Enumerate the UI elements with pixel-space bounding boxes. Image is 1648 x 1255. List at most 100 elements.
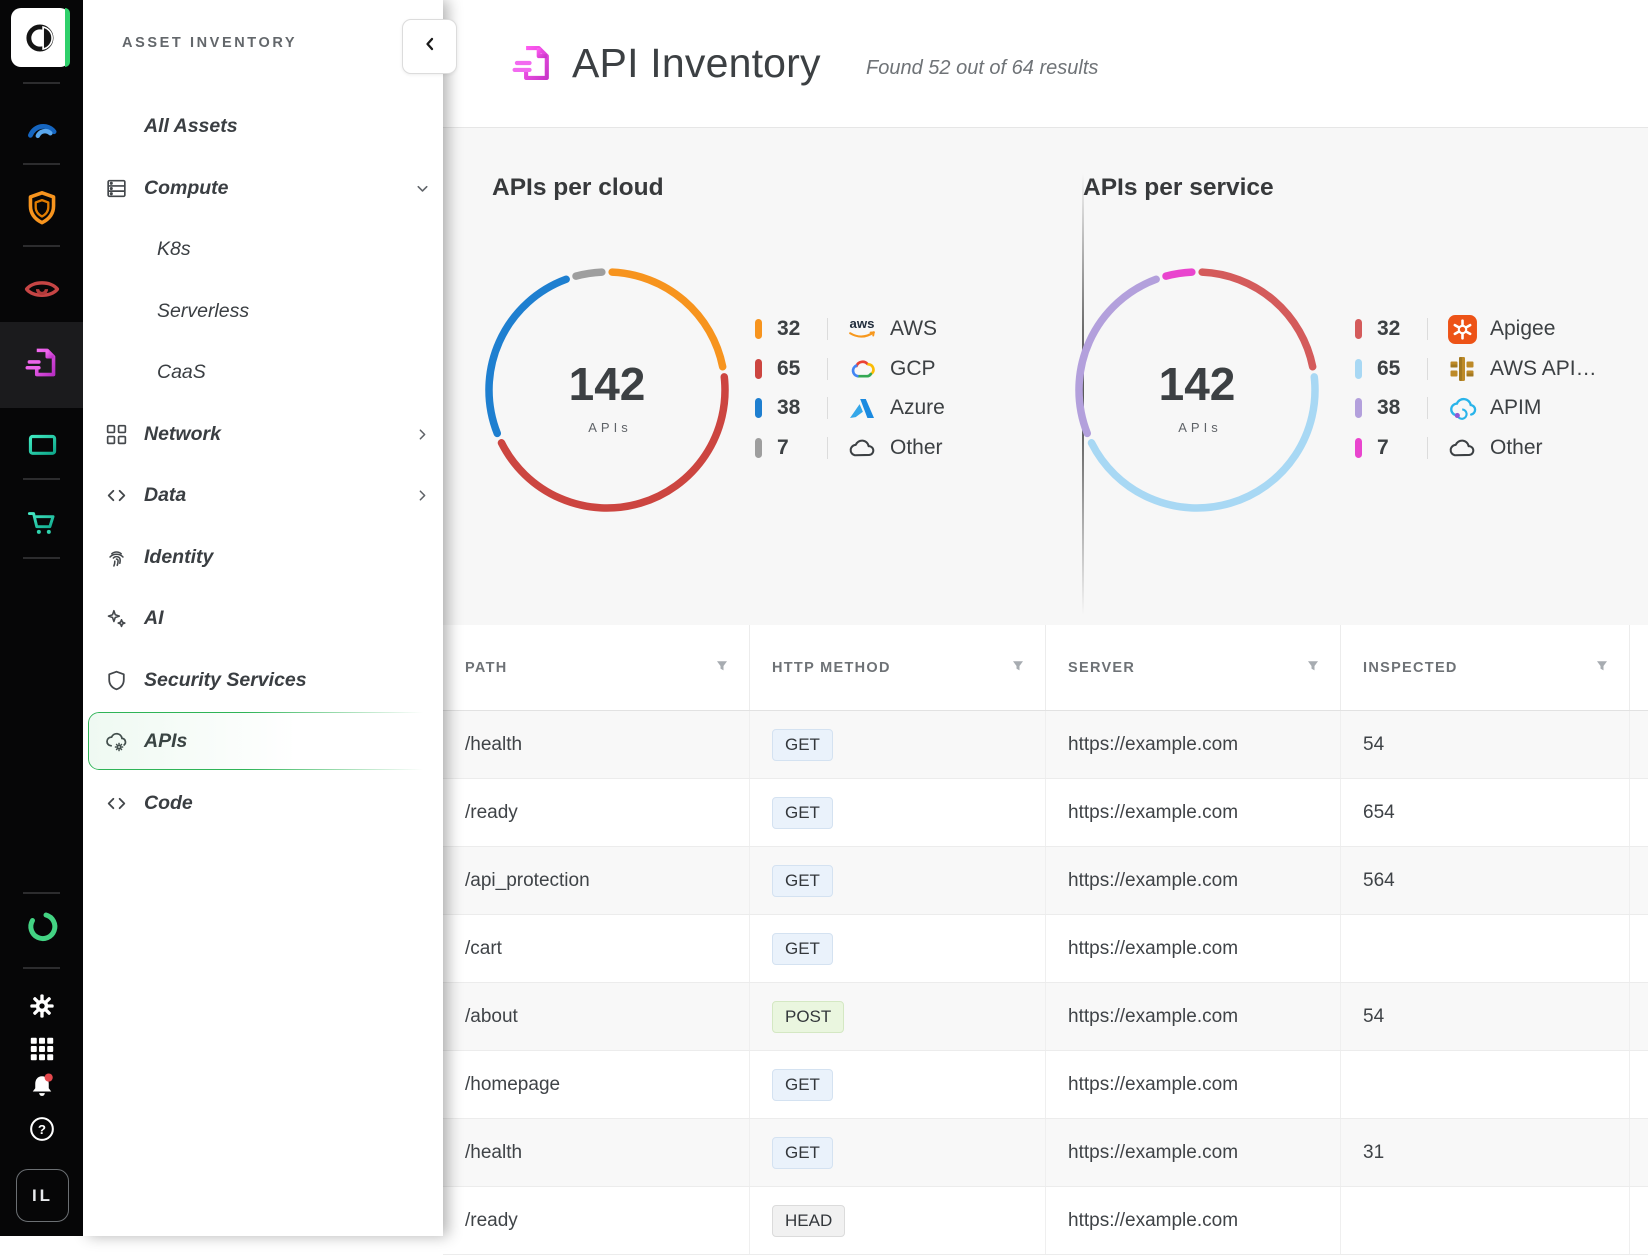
cell-server: https://example.com [1046,1187,1341,1254]
apim-icon [1445,393,1479,423]
method-badge: GET [772,865,833,897]
cell-empty [1630,915,1648,982]
sidebar: ASSET INVENTORY All AssetsComputeK8sServ… [83,0,443,1236]
sidebar-item-label: AI [144,607,164,630]
cell-http-method: GET [750,847,1046,914]
cell-inspected [1341,1051,1630,1118]
identity-icon [103,544,129,570]
column-label: HTTP METHOD [772,660,891,676]
api-doc-icon [21,342,63,389]
rail-button-settings-gear-icon[interactable] [0,988,83,1028]
sidebar-item-label: Data [144,484,186,507]
rail-button-gauge-icon[interactable] [0,101,83,159]
column-label: PATH [465,660,508,676]
legend-value: 38 [1377,396,1423,420]
legend-separator [1427,318,1428,340]
data-icon [103,483,129,509]
svg-text:aws: aws [850,316,875,331]
table-row[interactable]: /readyHEADhttps://example.com [443,1187,1648,1255]
rail-button-notifications-bell-icon[interactable] [0,1068,83,1108]
cell-path: /health [443,1119,750,1186]
sidebar-item-label: Compute [144,177,229,200]
chart-legend-per-cloud: 32awsAWS65GCP38Azure7Other [755,314,945,472]
sidebar-item-identity[interactable]: Identity [83,527,443,589]
method-badge: GET [772,1069,833,1101]
filter-icon[interactable] [715,659,729,677]
cell-empty [1630,1051,1648,1118]
table-row[interactable]: /cartGEThttps://example.com [443,915,1648,983]
cell-http-method: GET [750,1051,1046,1118]
sidebar-item-data[interactable]: Data [83,465,443,527]
monitor-icon [21,426,63,473]
donut-total: 142 [569,358,646,410]
cell-path: /about [443,983,750,1050]
rail-divider [23,478,60,480]
legend-separator [1427,397,1428,419]
rail-button-ring-logo-icon[interactable] [0,908,83,948]
cell-empty [1630,1187,1648,1254]
chevron-down-icon[interactable] [413,179,431,197]
orca-logo [11,8,70,67]
legend-label: APIM [1490,396,1541,420]
cart-icon [21,502,63,549]
sidebar-collapse-button[interactable] [402,19,457,74]
cell-path: /homepage [443,1051,750,1118]
rail-button-monitor-icon[interactable] [0,420,83,478]
rail-button-api-doc-icon[interactable] [0,322,83,408]
sidebar-item-compute[interactable]: Compute [83,158,443,220]
cell-server: https://example.com [1046,915,1341,982]
code-icon [103,790,129,816]
rail-button-eye-icon[interactable] [0,261,83,319]
legend-color-pill [755,438,762,458]
chart-legend-per-service: 32Apigee65AWS API…38APIM7Other [1355,314,1597,472]
legend-value: 65 [1377,357,1423,381]
sidebar-item-all-assets[interactable]: All Assets [83,96,443,158]
sidebar-item-k8s[interactable]: K8s [83,219,443,281]
sidebar-item-label: Network [144,423,221,446]
help-icon: ? [26,1113,58,1150]
awsapigw-icon [1445,354,1479,384]
sidebar-item-caas[interactable]: CaaS [83,342,443,404]
sidebar-item-apis[interactable]: APIs [83,711,443,773]
cell-inspected [1341,915,1630,982]
aws-icon: aws [845,314,879,344]
filter-icon[interactable] [1595,659,1609,677]
ai-icon [103,606,129,632]
cell-path: /ready [443,1187,750,1254]
rail-button-help-icon[interactable]: ? [0,1111,83,1151]
chevron-right-icon[interactable] [413,425,431,443]
donut-segment-azure [489,279,566,433]
chevron-left-icon [422,36,438,57]
legend-separator [1427,437,1428,459]
legend-item-apim: 38 APIM [1355,393,1597,423]
sidebar-item-serverless[interactable]: Serverless [83,281,443,343]
legend-value: 7 [777,436,823,460]
column-header-http-method: HTTP METHOD [750,625,1046,710]
rail-button-apps-grid-icon[interactable] [0,1031,83,1071]
table-row[interactable]: /healthGEThttps://example.com31 [443,1119,1648,1187]
rail-button-shield-icon[interactable] [0,181,83,239]
chevron-right-icon[interactable] [413,487,431,505]
sidebar-item-network[interactable]: Network [83,404,443,466]
table-row[interactable]: /healthGEThttps://example.com54 [443,711,1648,779]
cell-empty [1630,711,1648,778]
legend-separator [827,437,828,459]
table-row[interactable]: /homepageGEThttps://example.com [443,1051,1648,1119]
sidebar-item-ai[interactable]: AI [83,588,443,650]
rail-button-cart-icon[interactable] [0,496,83,554]
cell-path: /ready [443,779,750,846]
sidebar-item-security-services[interactable]: Security Services [83,650,443,712]
notifications-bell-icon [26,1070,58,1107]
security-icon [103,667,129,693]
cell-server: https://example.com [1046,1119,1341,1186]
filter-icon[interactable] [1011,659,1025,677]
legend-color-pill [1355,319,1362,339]
table-row[interactable]: /api_protectionGEThttps://example.com564 [443,847,1648,915]
filter-icon[interactable] [1306,659,1320,677]
table-row[interactable]: /aboutPOSThttps://example.com54 [443,983,1648,1051]
cell-inspected [1341,1187,1630,1254]
sidebar-item-code[interactable]: Code [83,773,443,835]
legend-item-gcp: 65GCP [755,354,945,384]
table-row[interactable]: /readyGEThttps://example.com654 [443,779,1648,847]
user-avatar[interactable]: IL [16,1169,69,1222]
